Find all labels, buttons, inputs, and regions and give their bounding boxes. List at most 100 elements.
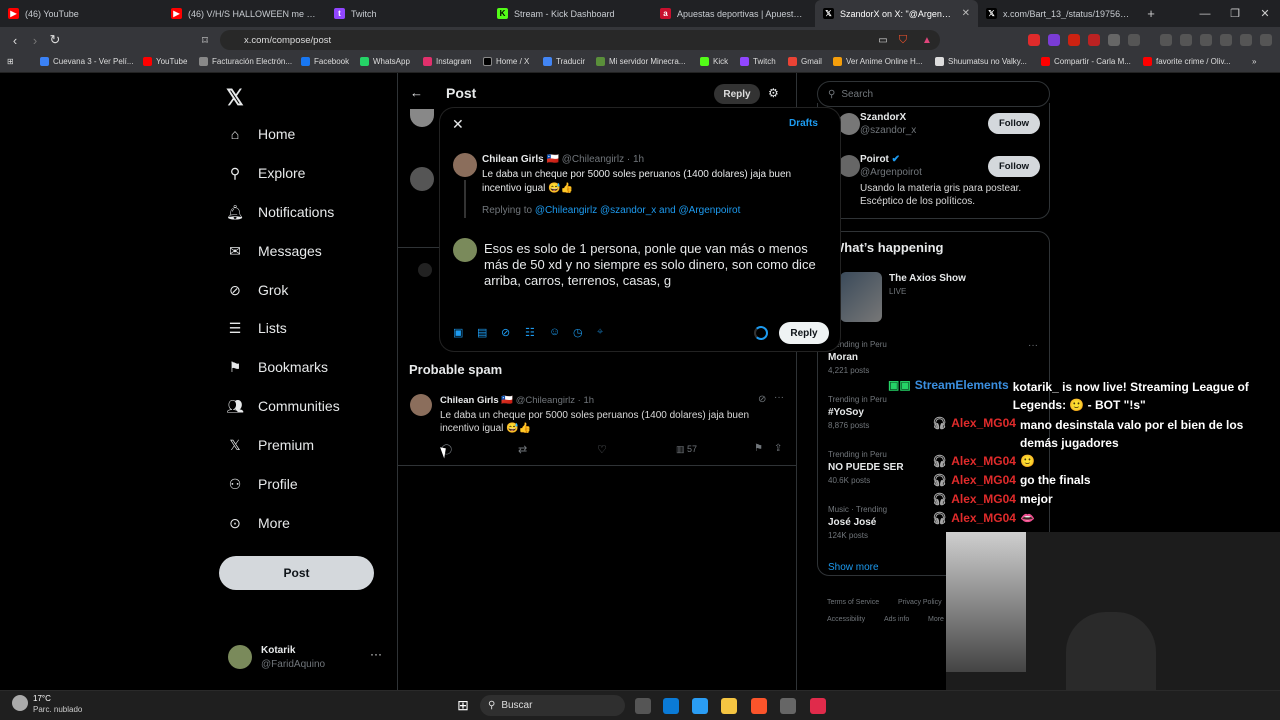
nav-messages[interactable]: ✉ Messages	[226, 242, 322, 260]
shield-icon[interactable]	[1240, 34, 1252, 46]
footer-link[interactable]: More	[928, 616, 944, 623]
task-view-icon[interactable]	[635, 698, 651, 714]
bookmark-item[interactable]: Kick	[700, 57, 728, 66]
feed-post[interactable]: Chilean Girls 🇨🇱 @Chileangirlz · 1h ⊘ ··…	[398, 388, 796, 466]
post-time[interactable]: · 1h	[578, 395, 594, 406]
bookmark-item[interactable]: Home / X	[483, 57, 529, 66]
bookmark-item[interactable]: Compartir - Carla M...	[1041, 57, 1131, 66]
more-icon[interactable]: ···	[1028, 340, 1038, 351]
reload-icon[interactable]: ↻	[45, 30, 65, 50]
extension-icon[interactable]	[1068, 34, 1080, 46]
sidebar-icon[interactable]	[1180, 34, 1192, 46]
x-logo-icon[interactable]: 𝕏	[226, 85, 244, 111]
nav-more[interactable]: ⊙ More	[226, 514, 290, 532]
file-explorer-icon[interactable]	[721, 698, 737, 714]
footer-link[interactable]: Ads info	[884, 616, 909, 623]
extension-icon[interactable]	[1048, 34, 1060, 46]
like-icon[interactable]: ♡	[597, 443, 607, 456]
minimize-icon[interactable]: —	[1190, 0, 1220, 27]
live-title[interactable]: The Axios Show	[889, 273, 966, 284]
nav-profile[interactable]: ⚇ Profile	[226, 475, 298, 493]
avatar[interactable]	[838, 113, 860, 135]
author-handle[interactable]: @Chileangirlz	[516, 395, 575, 406]
nav-explore[interactable]: ⚲ Explore	[226, 164, 306, 182]
bookmark-item[interactable]: YouTube	[143, 57, 187, 66]
app-icon[interactable]	[780, 698, 796, 714]
back-icon[interactable]: ‹	[5, 30, 25, 50]
bookmark-item[interactable]: Ver Anime Online H...	[833, 57, 922, 66]
cast-icon[interactable]: ▭	[873, 30, 893, 50]
app-icon[interactable]	[810, 698, 826, 714]
browser-tab[interactable]: ▶ (46) YouTube	[0, 0, 163, 27]
url-field[interactable]: x.com/compose/post	[220, 30, 940, 50]
nav-bookmarks[interactable]: ⚑ Bookmarks	[226, 358, 328, 376]
nav-communities[interactable]: 👥︎ Communities	[226, 397, 340, 415]
maximize-icon[interactable]: ❐	[1220, 0, 1250, 27]
copilot-icon[interactable]	[692, 698, 708, 714]
wallet-icon[interactable]	[1200, 34, 1212, 46]
apps-icon[interactable]: ⊞	[7, 57, 14, 66]
bookmark-item[interactable]: Shuumatsu no Valky...	[935, 57, 1027, 66]
grok-icon[interactable]: ⊘	[758, 394, 766, 405]
schedule-icon[interactable]: ◷	[573, 326, 583, 339]
footer-link[interactable]: Privacy Policy	[898, 599, 942, 606]
bookmark-item[interactable]: Traducir	[543, 57, 585, 66]
trend-item[interactable]: Music · Trending José José 124K posts	[828, 505, 887, 540]
adblock-icon[interactable]	[1088, 34, 1100, 46]
avatar[interactable]	[410, 394, 432, 416]
nav-notifications[interactable]: 🔔︎ Notifications	[226, 203, 334, 221]
more-icon[interactable]: ···	[370, 647, 382, 661]
extension-icon[interactable]	[1128, 34, 1140, 46]
replying-to-users[interactable]: @Chileangirlz @szandor_x and @Argenpoiro…	[535, 205, 741, 216]
forward-icon[interactable]: ›	[25, 30, 45, 50]
poll-icon[interactable]: ☷	[525, 326, 535, 339]
close-icon[interactable]: ✕	[962, 8, 970, 19]
emoji-icon[interactable]: ☺	[549, 326, 560, 338]
extension-icon[interactable]	[1028, 34, 1040, 46]
bookmark-item[interactable]: Mi servidor Minecra...	[596, 57, 685, 66]
grok-icon[interactable]: ⊘	[501, 326, 510, 339]
trend-item[interactable]: Trending in Peru NO PUEDE SER 40.6K posts	[828, 450, 904, 485]
header-reply-button[interactable]: Reply	[714, 84, 760, 104]
trend-item[interactable]: Trending in Peru #YoSoy 8,876 posts	[828, 395, 887, 430]
location-icon[interactable]: ⌖	[597, 326, 603, 339]
footer-link[interactable]: Terms of Service	[827, 599, 879, 606]
footer-link[interactable]: Accessibility	[827, 616, 865, 623]
more-icon[interactable]: ···	[774, 392, 784, 403]
bookmark-item[interactable]: WhatsApp	[360, 57, 410, 66]
close-icon[interactable]: ✕	[452, 116, 464, 133]
suggestion-name-row[interactable]: Poirot ✔	[860, 154, 900, 165]
bookmark-item[interactable]: favorite crime / Oliv...	[1143, 57, 1231, 66]
puzzle-icon[interactable]	[1108, 34, 1120, 46]
media-icon[interactable]	[1160, 34, 1172, 46]
author-name[interactable]: Chilean Girls	[440, 395, 499, 406]
browser-tab[interactable]: a Apuestas deportivas | Apuestas onlin	[652, 0, 815, 27]
bookmark-item[interactable]: Cuevana 3 - Ver Pelí...	[40, 57, 134, 66]
brave-shield-icon[interactable]: ⛉	[893, 30, 913, 50]
bookmark-item[interactable]: Facturación Electrón...	[199, 57, 292, 66]
views-stat[interactable]: ▥ 57	[676, 444, 697, 455]
close-window-icon[interactable]: ✕	[1250, 0, 1280, 27]
share-icon[interactable]: ⇪	[774, 443, 782, 454]
gif-icon[interactable]: ▤	[477, 326, 487, 339]
brave-icon[interactable]	[751, 698, 767, 714]
reply-button[interactable]: Reply	[779, 322, 829, 344]
bookmark-icon[interactable]: ⌑	[195, 30, 215, 50]
vpn-icon[interactable]	[1220, 34, 1232, 46]
show-more-link[interactable]: Show more	[828, 562, 879, 573]
bookmark-item[interactable]: Instagram	[423, 57, 472, 66]
nav-grok[interactable]: ⊘ Grok	[226, 281, 288, 299]
live-thumbnail[interactable]	[840, 272, 882, 322]
browser-tab[interactable]: K Stream - Kick Dashboard	[489, 0, 652, 27]
store-icon[interactable]	[663, 698, 679, 714]
taskbar-search[interactable]: ⚲ Buscar	[480, 695, 625, 716]
post-button[interactable]: Post	[219, 556, 374, 590]
account-switcher[interactable]: Kotarik @FaridAquino ···	[228, 645, 388, 675]
menu-icon[interactable]	[1260, 34, 1272, 46]
browser-tab[interactable]: ▶ (46) V/H/S HALLOWEEN me dio mie	[163, 0, 326, 27]
bookmark-item[interactable]: Gmail	[788, 57, 822, 66]
weather-icon[interactable]	[12, 695, 28, 711]
bookmark-item[interactable]: Facebook	[301, 57, 349, 66]
nav-lists[interactable]: ☰ Lists	[226, 319, 287, 337]
browser-tab[interactable]: t Twitch	[326, 0, 489, 27]
